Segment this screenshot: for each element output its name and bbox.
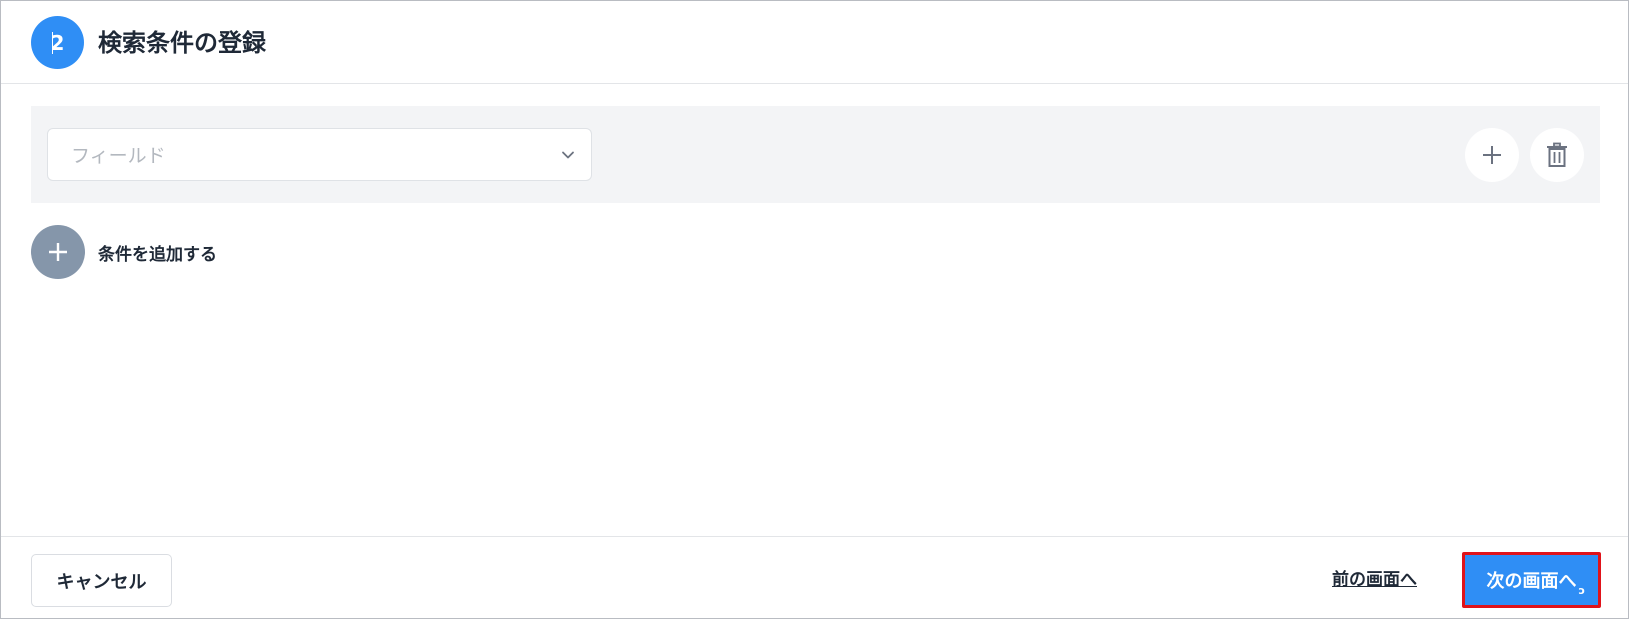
plus-icon (1483, 146, 1501, 164)
trash-icon (1547, 142, 1567, 167)
next-screen-label: 次の画面へ (1486, 571, 1577, 592)
mouse-cursor-icon: ↄ (1578, 584, 1585, 597)
plus-icon (49, 243, 67, 261)
page-title: 検索条件の登録 (98, 29, 266, 57)
step-badge: 2 (31, 16, 84, 69)
add-condition-circle[interactable] (31, 225, 85, 279)
field-select-placeholder: フィールド (71, 145, 166, 167)
dialog-header: 2 検索条件の登録 (1, 1, 1628, 84)
dialog-footer: キャンセル 前の画面へ 次の画面へ ↄ (1, 536, 1628, 620)
text-cursor (52, 32, 53, 54)
add-condition-button[interactable]: 条件を追加する (31, 225, 217, 279)
field-select[interactable]: フィールド (47, 128, 592, 181)
cancel-button[interactable]: キャンセル (31, 554, 172, 607)
condition-row: フィールド (31, 106, 1600, 203)
delete-row-button[interactable] (1530, 128, 1584, 182)
dialog-frame: 2 検索条件の登録 フィールド 条件を追加する キャンセル 前の画面へ 次の画面… (0, 0, 1629, 619)
chevron-down-icon (562, 151, 574, 159)
previous-screen-link[interactable]: 前の画面へ (1332, 569, 1417, 591)
add-row-button[interactable] (1465, 128, 1519, 182)
next-screen-button[interactable]: 次の画面へ ↄ (1462, 552, 1601, 608)
add-condition-label[interactable]: 条件を追加する (98, 240, 217, 265)
